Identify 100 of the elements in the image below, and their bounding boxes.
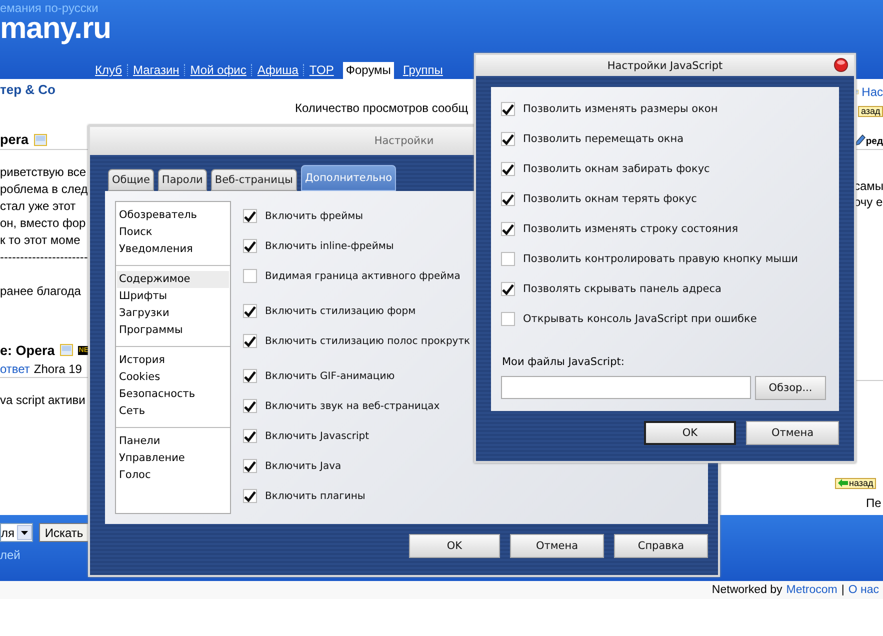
dialog-button[interactable]: Отмена <box>746 421 839 445</box>
post-text: к то этот моме <box>0 232 80 249</box>
back-button[interactable]: азад <box>858 106 883 117</box>
nav-link[interactable]: Афиша <box>254 62 302 79</box>
checkbox[interactable] <box>243 369 257 383</box>
separator-text: | <box>841 584 844 596</box>
option-label: Включить inline-фреймы <box>265 240 394 252</box>
checkbox[interactable] <box>501 252 515 266</box>
option-label: Видимая граница активного фрейма <box>265 270 460 282</box>
tab[interactable]: Общие <box>108 169 154 191</box>
checkmark-icon <box>244 490 256 502</box>
option-label: Позволить перемещать окна <box>523 133 684 145</box>
checkbox[interactable] <box>501 132 515 146</box>
about-link[interactable]: О нас <box>848 584 879 596</box>
search-button[interactable]: Искать <box>39 523 89 542</box>
browse-button[interactable]: Обзор... <box>755 376 826 400</box>
category-item[interactable]: Cookies <box>117 369 229 386</box>
checkmark-icon <box>244 240 256 252</box>
category-item[interactable]: История <box>117 352 229 369</box>
checkbox[interactable] <box>243 269 257 283</box>
checkbox[interactable] <box>501 222 515 236</box>
option-label: Включить GIF-анимацию <box>265 370 395 382</box>
category-item[interactable]: Шрифты <box>117 288 229 305</box>
checkmark-icon <box>502 224 514 234</box>
credit-link[interactable]: Metrocom <box>786 584 838 596</box>
search-scope-select[interactable]: ля <box>0 523 33 542</box>
checkmark-icon <box>244 460 256 472</box>
post-title: e: Opera <box>0 342 55 358</box>
checkmark-icon <box>502 104 514 114</box>
tab[interactable]: Пароли <box>158 169 207 191</box>
option-label: Позволять скрывать панель адреса <box>523 283 722 295</box>
post-text: va script активи <box>0 392 86 409</box>
site-tagline: емания по-русски <box>0 1 100 15</box>
option-label: Позволить окнам забирать фокус <box>523 163 710 175</box>
option-label: Включить фреймы <box>265 210 364 222</box>
category-item[interactable]: Программы <box>117 322 229 339</box>
tab[interactable]: Веб-страницы <box>210 169 297 191</box>
post-text: ранее благода <box>0 283 81 300</box>
category-item[interactable]: Безопасность <box>117 386 229 403</box>
views-count-text: Количество просмотров сообщ <box>295 101 468 115</box>
nav-link[interactable]: Магазин <box>130 62 182 79</box>
arrow-left-icon <box>838 479 848 487</box>
checkbox[interactable] <box>243 304 257 318</box>
option-label: Включить звук на веб-страницах <box>265 400 440 412</box>
checkbox[interactable] <box>243 459 257 473</box>
dialog-button[interactable]: Отмена <box>510 534 604 558</box>
checkmark-icon <box>502 134 514 144</box>
section-link[interactable]: Нас <box>862 85 883 99</box>
files-label: Мои файлы JavaScript: <box>502 356 626 368</box>
checkbox[interactable] <box>243 489 257 503</box>
checkmark-icon <box>244 400 256 412</box>
checkbox[interactable] <box>243 239 257 253</box>
category-item[interactable]: Поиск <box>117 224 229 241</box>
option-label: Открывать консоль JavaScript при ошибке <box>523 313 757 325</box>
footer-link[interactable]: лей <box>0 548 20 562</box>
checkbox[interactable] <box>243 209 257 223</box>
post-meta: Zhora 19 <box>34 362 82 376</box>
checkbox[interactable] <box>501 102 515 116</box>
back-button[interactable]: назад <box>835 478 876 488</box>
site-logo[interactable]: many.ru <box>0 14 883 44</box>
window-title: Настройки <box>374 135 434 147</box>
category-item[interactable]: Голос <box>117 467 229 484</box>
nav-link[interactable]: Группы <box>400 62 446 79</box>
category-item[interactable]: Обозреватель <box>117 207 229 224</box>
dropdown-arrow-icon <box>21 530 28 534</box>
checkbox[interactable] <box>501 162 515 176</box>
nav-link[interactable]: Мой офис <box>187 62 250 79</box>
nav-link[interactable]: Форумы <box>342 62 394 79</box>
checkbox[interactable] <box>501 312 515 326</box>
category-item[interactable]: Уведомления <box>117 241 229 258</box>
checkbox[interactable] <box>243 399 257 413</box>
category-item[interactable]: Панели <box>117 433 229 450</box>
forum-title: тер & Co <box>0 82 56 97</box>
checkbox[interactable] <box>243 429 257 443</box>
post-text: роблема в след <box>0 181 88 198</box>
nav-link[interactable]: Клуб <box>92 62 125 79</box>
dialog-button[interactable]: OK <box>644 421 736 445</box>
option-label: Включить плагины <box>265 490 366 502</box>
checkbox[interactable] <box>243 334 257 348</box>
category-item[interactable]: Управление <box>117 450 229 467</box>
category-item[interactable]: Содержимое <box>117 271 229 288</box>
reply-link[interactable]: ответ <box>0 362 30 376</box>
post-text: стал уже этот <box>0 198 76 215</box>
checkbox[interactable] <box>501 282 515 296</box>
checkmark-icon <box>244 210 256 222</box>
dialog-button[interactable]: OK <box>409 534 500 558</box>
dialog-button[interactable]: Справка <box>614 534 708 558</box>
option-label: Позволить изменять строку состояния <box>523 223 738 235</box>
checkmark-icon <box>244 306 256 316</box>
credit-text: Networked by <box>712 584 782 596</box>
option-label: Позволить изменять размеры окон <box>523 103 718 115</box>
close-icon[interactable] <box>834 58 848 72</box>
checkmark-icon <box>244 430 256 442</box>
checkbox[interactable] <box>501 192 515 206</box>
category-item[interactable]: Сеть <box>117 403 229 420</box>
edit-link[interactable]: ред <box>866 136 883 147</box>
category-item[interactable]: Загрузки <box>117 305 229 322</box>
post-text: ---------------------- <box>0 249 88 266</box>
nav-link[interactable]: TOP <box>306 62 337 79</box>
file-path-field[interactable] <box>501 376 751 399</box>
